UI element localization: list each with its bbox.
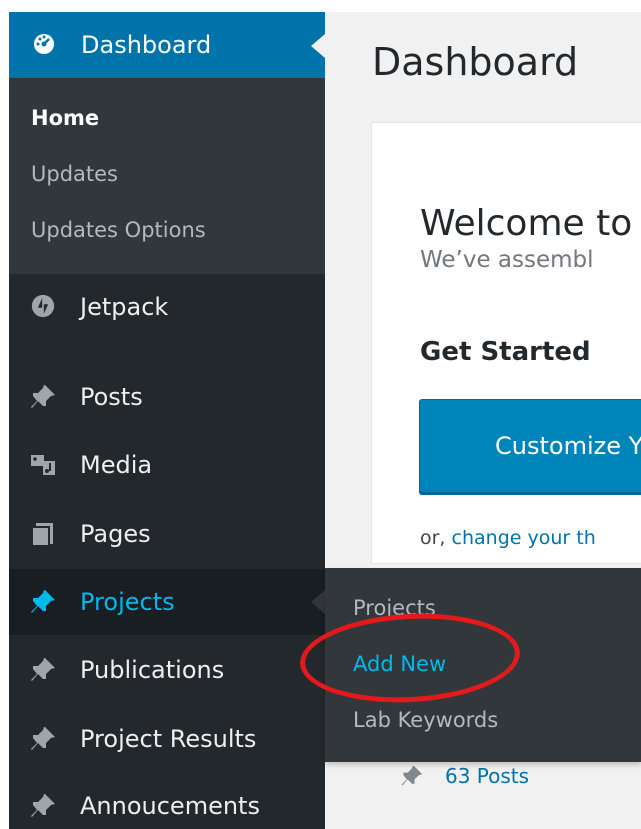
menu-item-publications[interactable]: Publications: [9, 637, 325, 703]
current-menu-arrow: [311, 34, 325, 58]
dashboard-submenu: Home Updates Updates Options: [9, 78, 325, 274]
pushpin-icon: [31, 658, 55, 681]
media-icon: [31, 455, 55, 475]
change-theme-line: or, change your th: [420, 527, 596, 549]
flyout-item-add-new[interactable]: Add New: [353, 652, 446, 676]
jetpack-icon: [31, 294, 55, 318]
admin-menu: Dashboard Home Updates Updates Options J…: [9, 0, 325, 829]
or-text: or,: [420, 527, 452, 549]
menu-item-label: Projects: [80, 588, 175, 616]
submenu-item-updates[interactable]: Updates: [31, 162, 118, 186]
posts-count-link[interactable]: 63 Posts: [445, 764, 529, 788]
pushpin-icon: [31, 385, 55, 408]
menu-item-dashboard[interactable]: Dashboard: [9, 12, 325, 78]
menu-item-label: Posts: [80, 383, 143, 411]
pushpin-icon: [31, 590, 55, 613]
flyout-item-projects[interactable]: Projects: [353, 596, 436, 620]
get-started-heading: Get Started: [420, 337, 591, 367]
projects-flyout-menu: Projects Add New Lab Keywords: [325, 568, 641, 762]
flyout-item-lab-keywords[interactable]: Lab Keywords: [353, 708, 498, 732]
menu-item-label: Pages: [80, 520, 151, 548]
welcome-subtitle: We’ve assembl: [420, 247, 594, 273]
pages-icon: [31, 523, 53, 547]
submenu-item-home[interactable]: Home: [31, 106, 99, 130]
pushpin-icon: [31, 794, 55, 817]
customize-site-button[interactable]: Customize Y: [419, 399, 641, 493]
menu-item-announcements[interactable]: Annoucements: [9, 773, 325, 829]
submenu-item-updates-options[interactable]: Updates Options: [31, 218, 206, 242]
menu-item-label: Dashboard: [81, 31, 212, 59]
dashboard-gauge-icon: [34, 34, 54, 54]
menu-item-media[interactable]: Media: [9, 432, 325, 498]
menu-item-label: Project Results: [80, 725, 257, 753]
pushpin-icon: [31, 727, 55, 750]
menu-item-pages[interactable]: Pages: [9, 501, 325, 567]
menu-item-label: Annoucements: [80, 792, 260, 820]
menu-item-project-results[interactable]: Project Results: [9, 706, 325, 772]
menu-item-jetpack[interactable]: Jetpack: [9, 274, 325, 340]
welcome-panel: Welcome to We’ve assembl Get Started Cus…: [371, 122, 641, 564]
menu-item-label: Publications: [80, 656, 225, 684]
flyout-arrow: [311, 590, 325, 614]
menu-item-projects[interactable]: Projects: [9, 569, 325, 635]
pushpin-icon: [401, 765, 423, 786]
menu-item-label: Jetpack: [80, 293, 169, 321]
menu-item-posts[interactable]: Posts: [9, 364, 325, 430]
change-theme-link[interactable]: change your th: [452, 527, 596, 549]
customize-button-label: Customize Y: [495, 432, 641, 460]
page-title: Dashboard: [372, 40, 579, 84]
welcome-title: Welcome to: [420, 203, 633, 244]
wp-admin-screen: Dashboard Home Updates Updates Options J…: [0, 0, 641, 829]
menu-item-label: Media: [80, 451, 153, 479]
left-edge: [0, 0, 9, 829]
top-edge: [0, 0, 641, 12]
